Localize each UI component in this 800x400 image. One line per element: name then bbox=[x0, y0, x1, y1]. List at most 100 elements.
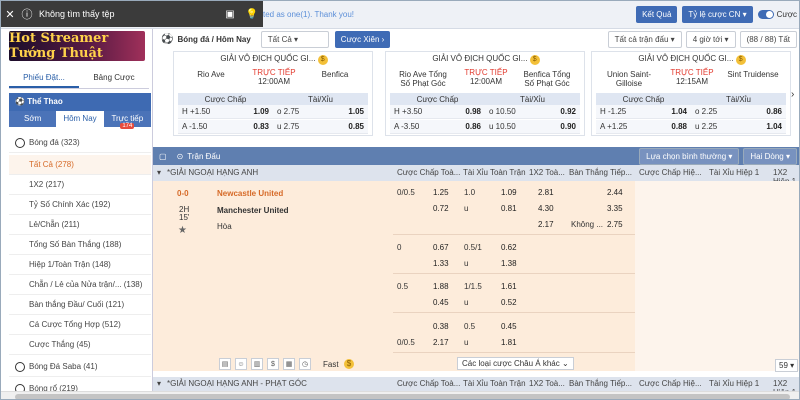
stream-icon[interactable]: ▤ bbox=[219, 358, 231, 370]
card-time: 12:00AM bbox=[469, 77, 503, 86]
lightbulb-icon[interactable]: 💡 bbox=[241, 9, 263, 20]
over-odds[interactable]: 0.45 bbox=[501, 322, 517, 331]
sidebar-item[interactable]: Bàn thắng Đầu/ Cuối (121) bbox=[9, 295, 151, 315]
horizontal-scrollbar[interactable] bbox=[1, 391, 799, 399]
chart-icon[interactable]: ▦ bbox=[283, 358, 295, 370]
over-price: 0.86 bbox=[766, 107, 782, 116]
sidebar-item[interactable]: Chẵn / Lẻ của Nửa trận/... (138) bbox=[9, 275, 151, 295]
picture-in-picture-icon[interactable]: ▣ bbox=[219, 9, 241, 20]
live-match-card[interactable]: GIẢI VÔ ĐỊCH QUỐC GI... $ Union Saint-Gil… bbox=[591, 51, 791, 136]
streamer-banner[interactable]: Hot Streamer Tướng Thuật bbox=[9, 31, 145, 61]
under-odds[interactable]: 1.81 bbox=[501, 338, 517, 347]
tab-bet-table[interactable]: Bảng Cược bbox=[79, 67, 149, 88]
sidebar-item[interactable]: Lẻ/Chẵn (211) bbox=[9, 215, 151, 235]
fast-label[interactable]: Fast bbox=[323, 360, 339, 369]
over-odds[interactable]: 1.09 bbox=[501, 188, 517, 197]
next-goal-home[interactable]: 2.44 bbox=[607, 188, 623, 197]
page-select[interactable]: 59 ▾ bbox=[775, 359, 799, 372]
live-match-card[interactable]: GIẢI VÔ ĐỊCH QUỐC GI... $ Rio Ave Tổng Số… bbox=[385, 51, 585, 136]
soccer-ball-icon: ⚽ bbox=[15, 97, 25, 106]
sport-item[interactable]: Bóng đá (323) bbox=[9, 133, 151, 153]
col2-next-goal: Bàn Thắng Tiếp... bbox=[569, 379, 633, 388]
filter-select[interactable]: Tất Cả ▾ bbox=[260, 30, 329, 48]
handicap-home-odds[interactable]: 0.67 bbox=[433, 243, 449, 252]
tab-bet-slip[interactable]: Phiếu Đặt... bbox=[9, 67, 79, 88]
under-odds[interactable]: u 10.50 0.90 bbox=[485, 120, 580, 133]
odds-type-label: Tỷ lệ cược CN bbox=[688, 10, 741, 19]
under-odds[interactable]: 0.52 bbox=[501, 298, 517, 307]
away-handicap-odds[interactable]: A +1.25 0.88 bbox=[596, 120, 691, 133]
expand-icon[interactable]: ▾ bbox=[157, 379, 161, 388]
score: 0-0 bbox=[177, 189, 189, 198]
timer-icon[interactable]: ◷ bbox=[299, 358, 311, 370]
over-odds[interactable]: 0.62 bbox=[501, 243, 517, 252]
handicap-away-odds[interactable]: 1.33 bbox=[433, 259, 449, 268]
away-handicap-odds[interactable]: A -3.50 0.86 bbox=[390, 120, 485, 133]
tab-today[interactable]: Hôm Nay bbox=[56, 111, 104, 127]
sidebar-item[interactable]: Tỷ Số Chính Xác (192) bbox=[9, 195, 151, 215]
home-handicap-price: 0.98 bbox=[465, 107, 481, 116]
sport-item[interactable]: Bóng Đá Saba (41) bbox=[9, 357, 151, 377]
home-handicap-odds[interactable]: H +3.50 0.98 bbox=[390, 105, 485, 118]
dollar-icon[interactable]: $ bbox=[267, 358, 279, 370]
under-odds[interactable]: 1.38 bbox=[501, 259, 517, 268]
results-button[interactable]: Kết Quả bbox=[636, 6, 678, 23]
sidebar-item[interactable]: Hiệp 1/Toàn Trận (148) bbox=[9, 255, 151, 275]
favorite-star-icon[interactable]: ★ bbox=[178, 225, 187, 236]
home-handicap-odds[interactable]: H +1.50 1.09 bbox=[178, 105, 273, 118]
collapse-icon[interactable]: ▢ bbox=[159, 152, 167, 161]
expand-icon[interactable]: ▾ bbox=[157, 168, 161, 177]
away-handicap-odds[interactable]: A -1.50 0.83 bbox=[178, 120, 273, 133]
left-sidebar: Hot Streamer Tướng Thuật Phiếu Đặt... Bả… bbox=[1, 29, 153, 399]
handicap-away-odds[interactable]: 0.72 bbox=[433, 204, 449, 213]
handicap-home-odds[interactable]: 1.88 bbox=[433, 282, 449, 291]
over-odds[interactable]: o 2.75 1.05 bbox=[273, 105, 368, 118]
tab-early[interactable]: Sớm bbox=[9, 111, 56, 127]
sort-select[interactable]: Lựa chọn bình thường ▾ bbox=[639, 147, 740, 165]
lines-select[interactable]: Hai Dòng ▾ bbox=[743, 147, 797, 165]
1x2-home[interactable]: 2.81 bbox=[538, 188, 554, 197]
sidebar-item[interactable]: Tổng Số Bàn Thắng (188) bbox=[9, 235, 151, 255]
under-odds[interactable]: u 2.75 0.85 bbox=[273, 120, 368, 133]
under-label: u bbox=[464, 204, 469, 213]
bet-toggle[interactable]: Cược bbox=[757, 10, 797, 19]
handicap-home-odds[interactable]: 0.38 bbox=[433, 322, 449, 331]
under-odds[interactable]: 0.81 bbox=[501, 204, 517, 213]
handicap-away-odds[interactable]: 2.17 bbox=[433, 338, 449, 347]
scrollbar-thumb[interactable] bbox=[15, 394, 790, 399]
1x2-draw[interactable]: 2.17 bbox=[538, 220, 554, 229]
next-goal-away[interactable]: 3.35 bbox=[607, 204, 623, 213]
sidebar-item[interactable]: Cá Cược Tổng Hợp (512) bbox=[9, 315, 151, 335]
more-asian-bets[interactable]: Các loại cược Châu Á khác ⌄ bbox=[457, 357, 574, 370]
card-ou-label: Tài/Xỉu bbox=[726, 95, 751, 104]
over-odds[interactable]: 1.61 bbox=[501, 282, 517, 291]
card-home-row: H -1.25 1.04 o 2.25 0.86 bbox=[596, 105, 786, 119]
home-handicap-odds[interactable]: H -1.25 1.04 bbox=[596, 105, 691, 118]
next-goal-none[interactable]: 2.75 bbox=[607, 220, 623, 229]
stats-icon[interactable]: ▥ bbox=[251, 358, 263, 370]
sidebar-item[interactable]: 1X2 (217) bbox=[9, 175, 151, 195]
a-label: A bbox=[182, 122, 187, 131]
all-matches-select[interactable]: Tất cả trận đấu ▾ bbox=[607, 30, 682, 48]
league-count-select[interactable]: (88 / 88) Tất bbox=[739, 30, 797, 48]
1x2-away[interactable]: 4.30 bbox=[538, 204, 554, 213]
odds-type-select[interactable]: Tỷ lệ cược CN ▾ bbox=[682, 6, 753, 23]
player-icon[interactable]: ☺ bbox=[235, 358, 247, 370]
over-odds[interactable]: o 2.25 0.86 bbox=[691, 105, 786, 118]
sidebar-item[interactable]: Tất Cả (278) bbox=[9, 155, 151, 175]
parlay-button[interactable]: Cược Xiên › bbox=[334, 30, 391, 48]
close-icon[interactable]: ✕ bbox=[1, 8, 19, 21]
sidebar-item[interactable]: Cược Thắng (45) bbox=[9, 335, 151, 355]
live-match-card[interactable]: GIẢI VÔ ĐỊCH QUỐC GI... $ Rio Ave TRỰC TIẾ… bbox=[173, 51, 373, 136]
carousel-next-icon[interactable]: › bbox=[791, 89, 794, 100]
sidebar-item-label: Tỷ Số Chính Xác (192) bbox=[29, 200, 111, 209]
hours-select[interactable]: 4 giờ tới ▾ bbox=[685, 30, 736, 48]
sidebar-item-label: Tất Cả (278) bbox=[29, 160, 74, 169]
under-odds[interactable]: u 2.25 1.04 bbox=[691, 120, 786, 133]
handicap-away-odds[interactable]: 0.45 bbox=[433, 298, 449, 307]
card-away: Sint Truidense bbox=[727, 70, 779, 79]
tab-live[interactable]: Trực tiếp 174 bbox=[104, 111, 151, 129]
handicap-home-odds[interactable]: 1.25 bbox=[433, 188, 449, 197]
toggle-switch[interactable] bbox=[757, 10, 774, 19]
over-odds[interactable]: o 10.50 0.92 bbox=[485, 105, 580, 118]
